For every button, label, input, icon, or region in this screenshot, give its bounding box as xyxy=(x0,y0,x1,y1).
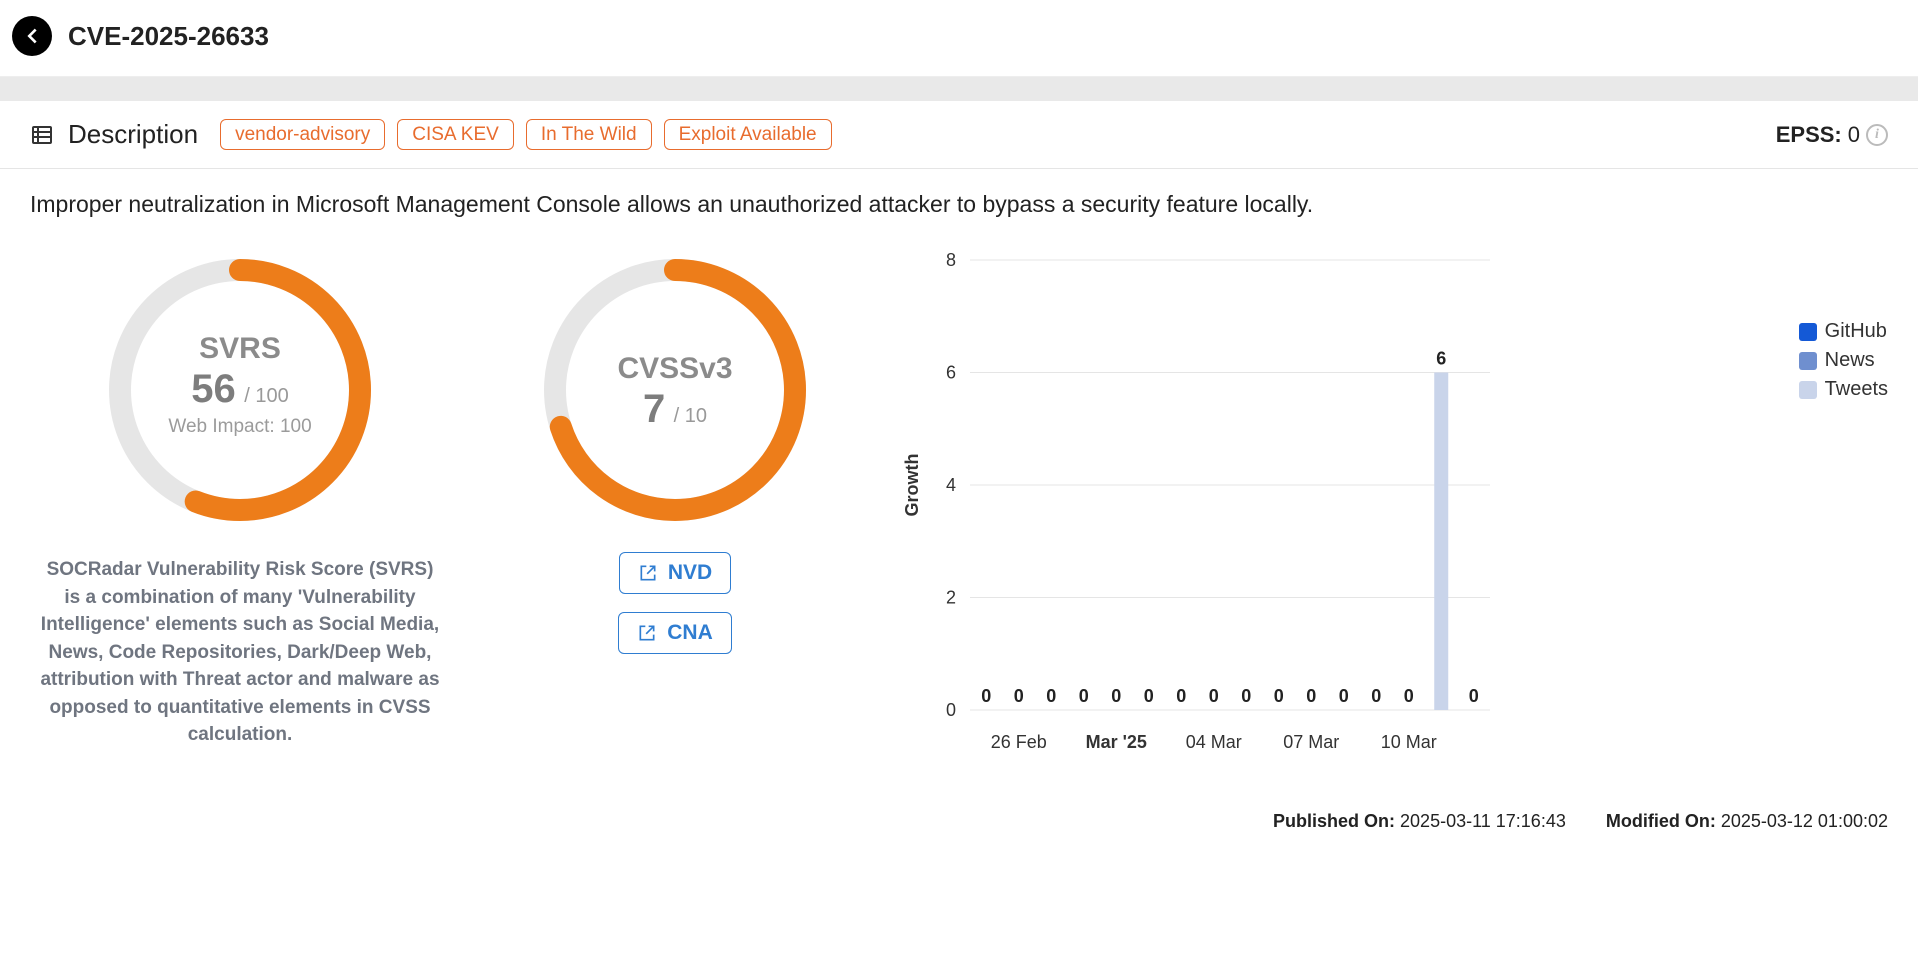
top-bar: CVE-2025-26633 xyxy=(0,0,1918,77)
svg-text:Web Impact: 100: Web Impact: 100 xyxy=(168,416,311,437)
back-button[interactable] xyxy=(12,16,52,56)
svrs-panel: SVRS 56 / 100 Web Impact: 100 SOCRadar V… xyxy=(30,250,450,749)
svg-text:Growth: Growth xyxy=(902,454,922,517)
svg-text:04 Mar: 04 Mar xyxy=(1186,732,1242,752)
legend-swatch xyxy=(1799,323,1817,341)
chart-footer: Published On: 2025-03-11 17:16:43 Modifi… xyxy=(900,811,1888,832)
tag[interactable]: In The Wild xyxy=(526,119,652,150)
chart-legend: GitHub News Tweets xyxy=(1799,320,1888,775)
epss-score: EPSS: 0 i xyxy=(1776,122,1888,148)
legend-swatch xyxy=(1799,381,1817,399)
svrs-description: SOCRadar Vulnerability Risk Score (SVRS)… xyxy=(40,556,440,749)
legend-label: GitHub xyxy=(1825,320,1887,343)
cna-link-label: CNA xyxy=(667,621,713,645)
svg-text:SVRS: SVRS xyxy=(199,332,281,365)
modified-label: Modified On: xyxy=(1606,811,1716,831)
epss-label: EPSS: xyxy=(1776,122,1842,148)
growth-chart: 0 2 4 6 8 Growth 0 0 0 0 0 0 0 0 0 0 0 0 0 0 6 0 26 Feb Mar '25… xyxy=(900,250,1500,770)
external-link-icon xyxy=(638,563,658,583)
nvd-link[interactable]: NVD xyxy=(619,552,731,594)
legend-swatch xyxy=(1799,352,1817,370)
svg-text:0: 0 xyxy=(1144,686,1154,706)
svg-text:4: 4 xyxy=(946,475,956,495)
svg-text:0: 0 xyxy=(1176,686,1186,706)
external-link-icon xyxy=(637,623,657,643)
page-title: CVE-2025-26633 xyxy=(68,21,269,52)
svg-text:0: 0 xyxy=(1111,686,1121,706)
svg-text:0: 0 xyxy=(1046,686,1056,706)
svg-text:0: 0 xyxy=(1274,686,1284,706)
main-content: SVRS 56 / 100 Web Impact: 100 SOCRadar V… xyxy=(0,218,1918,832)
svg-text:0: 0 xyxy=(1209,686,1219,706)
legend-label: Tweets xyxy=(1825,378,1888,401)
description-bar: Description vendor-advisory CISA KEV In Th… xyxy=(0,101,1918,169)
list-icon xyxy=(30,123,54,147)
svg-text:0: 0 xyxy=(946,700,956,720)
description-heading: Description xyxy=(68,119,198,150)
legend-item[interactable]: GitHub xyxy=(1799,320,1888,343)
arrow-left-icon xyxy=(21,25,43,47)
svg-text:0: 0 xyxy=(1404,686,1414,706)
svg-text:8: 8 xyxy=(946,250,956,270)
svg-text:7 / 10: 7 / 10 xyxy=(643,387,707,431)
svg-text:6: 6 xyxy=(1436,349,1446,369)
tag[interactable]: vendor-advisory xyxy=(220,119,385,150)
svrs-gauge: SVRS 56 / 100 Web Impact: 100 xyxy=(100,250,380,530)
svg-text:07 Mar: 07 Mar xyxy=(1283,732,1339,752)
svg-text:10 Mar: 10 Mar xyxy=(1381,732,1437,752)
svg-text:0: 0 xyxy=(981,686,991,706)
legend-item[interactable]: Tweets xyxy=(1799,378,1888,401)
legend-item[interactable]: News xyxy=(1799,349,1888,372)
svg-text:0: 0 xyxy=(1079,686,1089,706)
svg-text:0: 0 xyxy=(1469,686,1479,706)
tag[interactable]: Exploit Available xyxy=(664,119,832,150)
svg-text:26 Feb: 26 Feb xyxy=(991,732,1047,752)
svg-text:Mar '25: Mar '25 xyxy=(1086,732,1147,752)
svg-text:2: 2 xyxy=(946,588,956,608)
legend-label: News xyxy=(1825,349,1875,372)
epss-value: 0 xyxy=(1848,122,1860,148)
tag[interactable]: CISA KEV xyxy=(397,119,514,150)
cvss-panel: CVSSv3 7 / 10 NVD CNA xyxy=(490,250,860,654)
published-label: Published On: xyxy=(1273,811,1395,831)
svg-text:CVSSv3: CVSSv3 xyxy=(617,352,732,385)
svg-text:0: 0 xyxy=(1339,686,1349,706)
svg-text:56 / 100: 56 / 100 xyxy=(191,367,288,411)
svg-text:0: 0 xyxy=(1371,686,1381,706)
divider-strip xyxy=(0,77,1918,101)
published-value: 2025-03-11 17:16:43 xyxy=(1400,811,1566,831)
info-icon[interactable]: i xyxy=(1866,124,1888,146)
description-text: Improper neutralization in Microsoft Man… xyxy=(0,169,1918,218)
svg-text:0: 0 xyxy=(1241,686,1251,706)
nvd-link-label: NVD xyxy=(668,561,712,585)
svg-text:6: 6 xyxy=(946,363,956,383)
cvss-gauge: CVSSv3 7 / 10 xyxy=(535,250,815,530)
cna-link[interactable]: CNA xyxy=(618,612,732,654)
growth-chart-panel: 0 2 4 6 8 Growth 0 0 0 0 0 0 0 0 0 0 0 0 0 0 6 0 26 Feb Mar '25… xyxy=(900,250,1888,832)
svg-text:0: 0 xyxy=(1014,686,1024,706)
svg-text:0: 0 xyxy=(1306,686,1316,706)
modified-value: 2025-03-12 01:00:02 xyxy=(1721,811,1888,831)
